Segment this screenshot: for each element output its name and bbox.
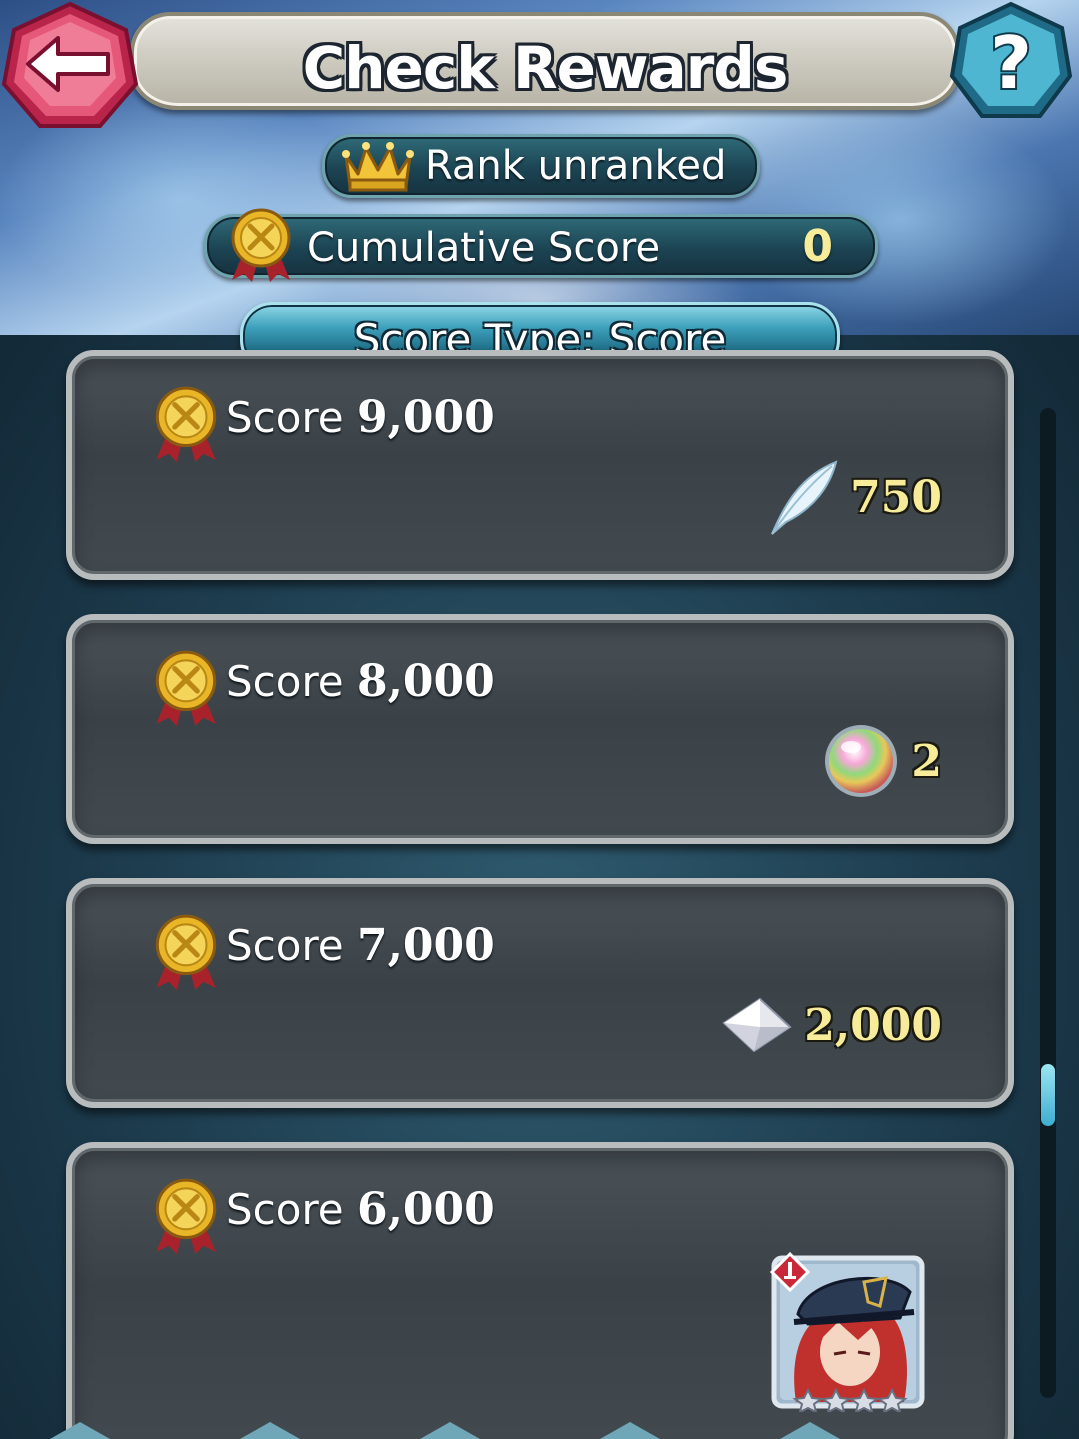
- gold-medal-icon: [155, 1178, 217, 1254]
- score-word: Score: [226, 393, 344, 442]
- reward-item: 2,000: [720, 980, 942, 1070]
- help-button[interactable]: ?: [948, 0, 1074, 124]
- rank-label: Rank unranked: [425, 143, 727, 189]
- reward-item: 2: [821, 716, 942, 806]
- bottom-ornament: [50, 1422, 840, 1439]
- reward-value: 2,000: [804, 999, 942, 1051]
- hero-portrait-icon[interactable]: [768, 1252, 928, 1412]
- scrollbar-thumb[interactable]: [1041, 1064, 1055, 1126]
- feather-icon: [771, 460, 838, 535]
- score-value: 8,000: [357, 656, 495, 707]
- cumulative-score-display: Cumulative Score 0: [204, 214, 878, 278]
- reward-card: Score 6,000: [66, 1142, 1014, 1439]
- score-word: Score: [226, 1185, 344, 1234]
- reward-item: 750: [764, 452, 942, 542]
- crown-icon: [342, 142, 414, 192]
- page-title: Check Rewards: [302, 34, 789, 102]
- reward-card: Score 8,000 2: [66, 614, 1014, 844]
- reward-card: Score 7,000 2,000: [66, 878, 1014, 1108]
- score-threshold: Score 6,000: [226, 1184, 495, 1235]
- score-value: 6,000: [357, 1184, 495, 1235]
- score-threshold: Score 9,000: [226, 392, 495, 443]
- reward-value: 2: [911, 735, 942, 787]
- cumulative-score-value: 0: [802, 221, 833, 272]
- gold-medal-icon: [155, 650, 217, 726]
- score-word: Score: [226, 921, 344, 970]
- gold-medal-icon: [155, 914, 217, 990]
- gold-medal-icon: [231, 208, 291, 282]
- cumulative-score-label: Cumulative Score: [307, 225, 661, 271]
- help-question-icon: ?: [949, 1, 1073, 118]
- reward-value: 750: [850, 471, 942, 523]
- back-button[interactable]: [0, 0, 140, 134]
- back-arrow-icon: [1, 1, 139, 128]
- scrollbar-track[interactable]: [1040, 408, 1056, 1398]
- reward-card: Score 9,000 750: [66, 350, 1014, 580]
- title-banner: Check Rewards: [130, 12, 960, 110]
- gold-medal-icon: [155, 386, 217, 462]
- crystal-icon: [722, 997, 792, 1053]
- score-value: 7,000: [357, 920, 495, 971]
- orb-icon: [825, 725, 898, 797]
- score-threshold: Score 8,000: [226, 656, 495, 707]
- score-word: Score: [226, 657, 344, 706]
- score-threshold: Score 7,000: [226, 920, 495, 971]
- score-value: 9,000: [357, 392, 495, 443]
- svg-text:?: ?: [990, 21, 1032, 105]
